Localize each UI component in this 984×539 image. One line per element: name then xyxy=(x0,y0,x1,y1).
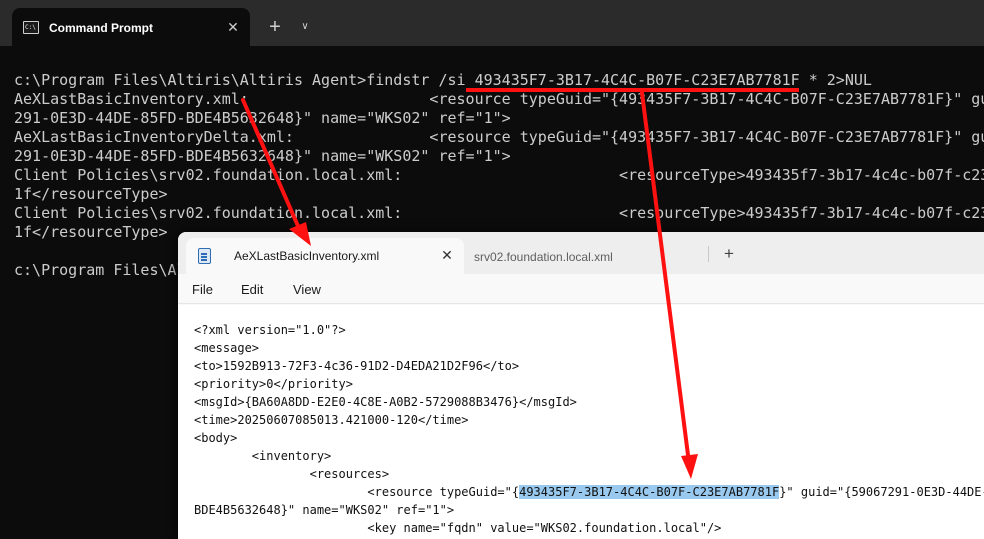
editor-line: <resources> xyxy=(194,467,390,481)
menu-edit[interactable]: Edit xyxy=(241,282,263,297)
menu-view[interactable]: View xyxy=(293,282,321,297)
annotation-underline xyxy=(466,88,799,92)
notepad-window: AeXLastBasicInventory.xml ✕ srv02.founda… xyxy=(178,232,984,539)
chevron-down-icon[interactable]: ∨ xyxy=(296,16,314,38)
console-line: Client Policies\srv02.foundation.local.x… xyxy=(14,166,984,184)
notepad-tab-bar: AeXLastBasicInventory.xml ✕ srv02.founda… xyxy=(178,232,984,274)
tab-title: Command Prompt xyxy=(49,21,154,35)
resource-suffix: }" guid="{59067291-0E3D-44DE-85FD- xyxy=(779,485,984,499)
selected-guid[interactable]: 493435F7-3B17-4C4C-B07F-C23E7AB7781F xyxy=(519,485,780,499)
resource-prefix: <resource typeGuid="{ xyxy=(194,485,520,499)
editor-line: <priority>0</priority> xyxy=(194,377,353,391)
terminal-icon: C:\ xyxy=(23,21,39,34)
console-line: 1f</resourceType> xyxy=(14,185,168,203)
editor-line: <body> xyxy=(194,431,238,445)
editor-line-resource: <resource typeGuid="{493435F7-3B17-4C4C-… xyxy=(194,483,984,501)
menu-file[interactable]: File xyxy=(192,282,213,297)
editor-line: <msgId>{BA60A8DD-E2E0-4C8E-A0B2-5729088B… xyxy=(194,395,577,409)
console-line: Client Policies\srv02.foundation.local.x… xyxy=(14,204,984,222)
editor-line: <inventory> xyxy=(194,449,332,463)
tab-title: AeXLastBasicInventory.xml xyxy=(234,249,380,263)
editor-line: <time>20250607085013.421000-120</time> xyxy=(194,413,469,427)
editor-line: <key name="fqdn" value="WKS02.foundation… xyxy=(194,521,722,535)
console-line: 1f</resourceType> xyxy=(14,223,168,241)
menu-bar: File Edit View xyxy=(178,274,984,304)
editor-line: <to>1592B913-72F3-4c36-91D2-D4EDA21D2F96… xyxy=(194,359,520,373)
close-icon[interactable]: ✕ xyxy=(224,18,242,36)
console-line: 291-0E3D-44DE-85FD-BDE4B5632648}" name="… xyxy=(14,147,511,165)
new-tab-button[interactable]: + xyxy=(720,245,738,263)
editor-line: <?xml version="1.0"?> xyxy=(194,323,346,337)
tab-srv02-foundation-local[interactable]: srv02.foundation.local.xml xyxy=(474,238,700,274)
notepad-file-icon xyxy=(198,248,211,264)
tab-aexlastbasicinventory[interactable]: AeXLastBasicInventory.xml ✕ xyxy=(186,238,464,274)
console-line: AeXLastBasicInventory.xml: <resource typ… xyxy=(14,90,984,108)
text-editor[interactable]: <?xml version="1.0"?> <message> <to>1592… xyxy=(178,305,984,539)
terminal-tab-bar: C:\ Command Prompt ✕ + ∨ xyxy=(0,0,984,46)
close-icon[interactable]: ✕ xyxy=(438,246,456,264)
console-line: 291-0E3D-44DE-85FD-BDE4B5632648}" name="… xyxy=(14,109,511,127)
tab-title: srv02.foundation.local.xml xyxy=(474,250,613,264)
editor-line: <message> xyxy=(194,341,260,355)
new-tab-button[interactable]: + xyxy=(264,16,286,38)
tab-command-prompt[interactable]: C:\ Command Prompt ✕ xyxy=(12,8,250,46)
editor-line: BDE4B5632648}" name="WKS02" ref="1"> xyxy=(194,503,455,517)
tab-divider xyxy=(708,246,709,262)
console-line: AeXLastBasicInventoryDelta.xml: <resourc… xyxy=(14,128,984,146)
